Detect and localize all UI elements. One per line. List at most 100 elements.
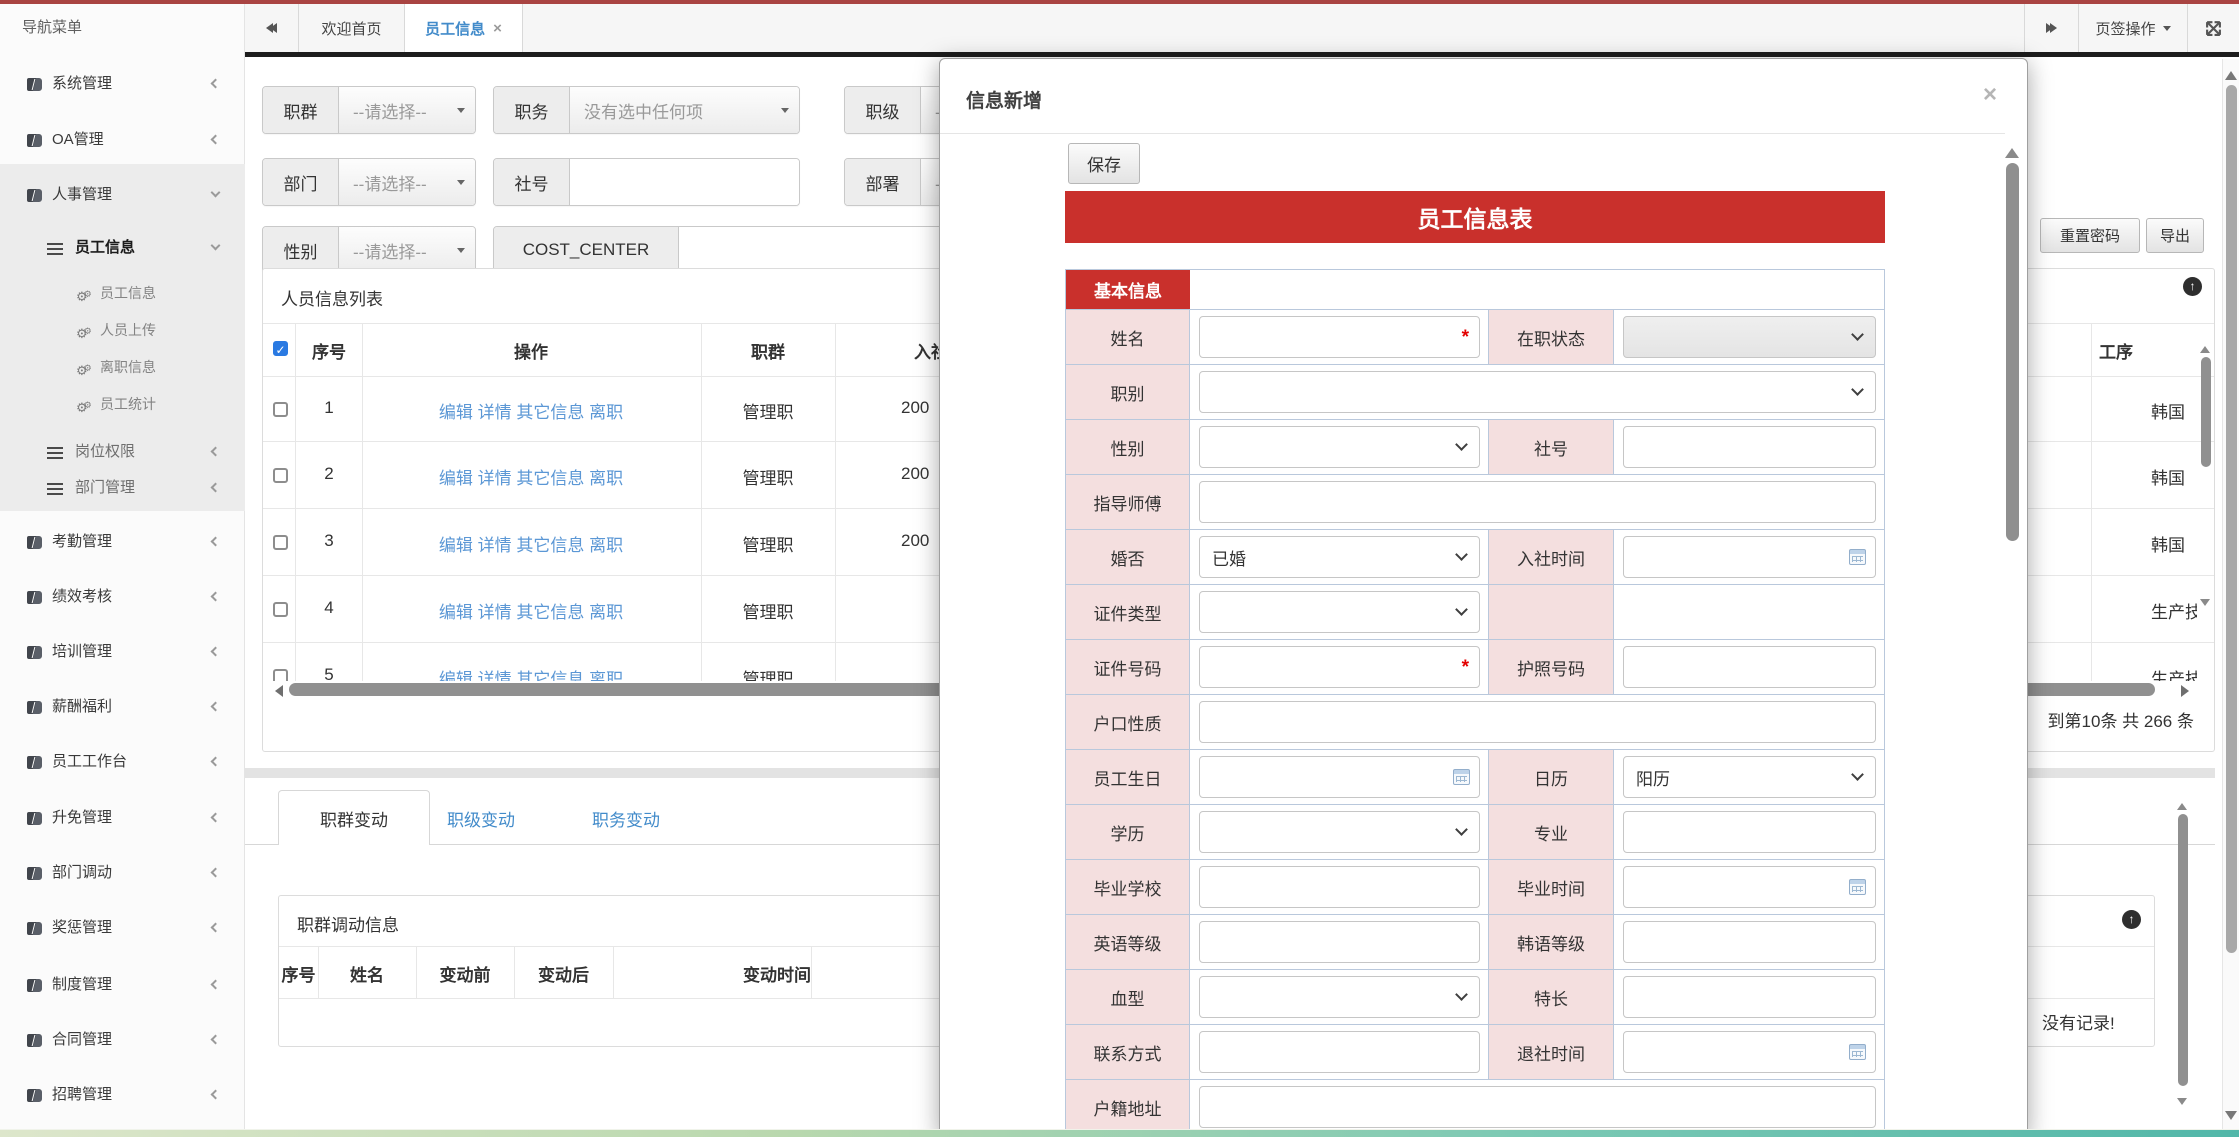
- contact-input[interactable]: [1199, 1031, 1480, 1073]
- id-type-select[interactable]: [1199, 591, 1480, 633]
- sidebar-item-attendance[interactable]: 考勤管理: [0, 530, 245, 554]
- name-input[interactable]: *: [1199, 316, 1480, 358]
- sidebar-item-training[interactable]: 培训管理: [0, 640, 245, 664]
- bottom-vscroll-up-arrow[interactable]: [2177, 798, 2187, 810]
- select-all-checkbox[interactable]: ✓: [273, 341, 288, 356]
- bumen-select[interactable]: --请选择--: [339, 159, 475, 205]
- xingbie-select[interactable]: --请选择--: [339, 227, 475, 273]
- row-checkbox[interactable]: [273, 669, 288, 681]
- edit-link[interactable]: 编辑: [439, 536, 473, 555]
- graduate-school-input[interactable]: [1199, 866, 1480, 908]
- tab-group-change[interactable]: 职群变动: [278, 790, 430, 845]
- bottom-vscroll-down-arrow[interactable]: [2177, 1098, 2187, 1110]
- tab-actions-dropdown[interactable]: 页签操作: [2079, 4, 2188, 52]
- fullscreen-toggle-button[interactable]: [2188, 4, 2239, 52]
- resign-link[interactable]: 离职: [589, 603, 623, 622]
- collapse-panel-icon[interactable]: ↑: [2122, 910, 2141, 929]
- join-date-input[interactable]: [1623, 536, 1876, 578]
- edit-link[interactable]: 编辑: [439, 603, 473, 622]
- page-scroll-down-arrow[interactable]: [2225, 1111, 2237, 1126]
- tab-welcome[interactable]: 欢迎首页: [299, 4, 405, 52]
- row-checkbox[interactable]: [273, 402, 288, 417]
- sidebar-item-employee-upload[interactable]: ⚙⚙人员上传: [0, 318, 245, 342]
- sidebar-item-regulations[interactable]: 制度管理: [0, 973, 245, 997]
- specialty-input[interactable]: [1623, 976, 1876, 1018]
- mentor-input[interactable]: [1199, 481, 1876, 523]
- sidebar-item-oa[interactable]: OA管理: [0, 128, 245, 152]
- job-class-select[interactable]: [1199, 371, 1876, 413]
- other-info-link[interactable]: 其它信息: [516, 670, 584, 681]
- page-scroll-up-arrow[interactable]: [2225, 65, 2237, 80]
- id-number-input[interactable]: *: [1199, 646, 1480, 688]
- other-info-link[interactable]: 其它信息: [516, 469, 584, 488]
- edit-link[interactable]: 编辑: [439, 670, 473, 681]
- company-id-input[interactable]: [1623, 426, 1876, 468]
- calendar-icon[interactable]: [1453, 769, 1470, 785]
- save-button[interactable]: 保存: [1068, 143, 1140, 184]
- edit-link[interactable]: 编辑: [439, 469, 473, 488]
- vscroll-thumb[interactable]: [2201, 357, 2211, 467]
- tab-level-change[interactable]: 职级变动: [447, 806, 515, 831]
- collapse-panel-icon[interactable]: ↑: [2183, 277, 2202, 296]
- detail-link[interactable]: 详情: [478, 536, 512, 555]
- page-scroll-thumb[interactable]: [2226, 85, 2237, 953]
- calendar-icon[interactable]: [1849, 549, 1866, 565]
- sidebar-item-workbench[interactable]: 员工工作台: [0, 750, 245, 774]
- education-select[interactable]: [1199, 811, 1480, 853]
- hscroll-right-arrow[interactable]: [2181, 685, 2195, 697]
- sidebar-item-promotion[interactable]: 升免管理: [0, 806, 245, 830]
- sidebar-item-hr[interactable]: 人事管理: [0, 183, 245, 207]
- sidebar-item-performance[interactable]: 绩效考核: [0, 585, 245, 609]
- gender-select[interactable]: [1199, 426, 1480, 468]
- resign-link[interactable]: 离职: [589, 403, 623, 422]
- tabs-scroll-right-button[interactable]: [2024, 4, 2079, 52]
- passport-number-input[interactable]: [1623, 646, 1876, 688]
- modal-scroll-thumb[interactable]: [2006, 163, 2019, 541]
- household-type-input[interactable]: [1199, 701, 1876, 743]
- blood-type-select[interactable]: [1199, 976, 1480, 1018]
- tab-position-change[interactable]: 职务变动: [592, 806, 660, 831]
- sidebar-item-resignation-info[interactable]: ⚙⚙离职信息: [0, 355, 245, 379]
- edit-link[interactable]: 编辑: [439, 403, 473, 422]
- major-input[interactable]: [1623, 811, 1876, 853]
- leave-date-input[interactable]: [1623, 1031, 1876, 1073]
- detail-link[interactable]: 详情: [478, 469, 512, 488]
- sidebar-item-employee-stats[interactable]: ⚙⚙员工统计: [0, 392, 245, 416]
- sidebar-item-recruitment[interactable]: 招聘管理: [0, 1083, 245, 1107]
- hscroll-left-arrow[interactable]: [269, 685, 283, 697]
- detail-link[interactable]: 详情: [478, 603, 512, 622]
- other-info-link[interactable]: 其它信息: [516, 536, 584, 555]
- tabs-scroll-left-button[interactable]: [245, 4, 299, 52]
- employment-status-select[interactable]: [1623, 316, 1876, 358]
- tab-close-icon[interactable]: ×: [493, 20, 502, 37]
- sidebar-item-post-permission[interactable]: 岗位权限: [0, 440, 245, 464]
- row-checkbox[interactable]: [273, 535, 288, 550]
- dialog-close-icon[interactable]: ×: [1983, 85, 1997, 105]
- zhiqun-select[interactable]: --请选择--: [339, 87, 475, 133]
- sidebar-item-employee-info-group[interactable]: 员工信息: [0, 236, 245, 260]
- modal-scroll-up-arrow[interactable]: [2005, 141, 2019, 158]
- sidebar-item-system[interactable]: 系统管理: [0, 72, 245, 96]
- registered-address-input[interactable]: [1199, 1086, 1876, 1128]
- other-info-link[interactable]: 其它信息: [516, 403, 584, 422]
- detail-link[interactable]: 详情: [478, 670, 512, 681]
- row-checkbox[interactable]: [273, 468, 288, 483]
- resign-link[interactable]: 离职: [589, 536, 623, 555]
- sidebar-item-reward-punish[interactable]: 奖惩管理: [0, 916, 245, 940]
- other-info-link[interactable]: 其它信息: [516, 603, 584, 622]
- zhiwu-select[interactable]: 没有选中任何项: [570, 87, 799, 133]
- calendar-icon[interactable]: [1849, 879, 1866, 895]
- graduation-date-input[interactable]: [1623, 866, 1876, 908]
- tab-employee-info[interactable]: 员工信息×: [405, 4, 523, 52]
- sidebar-item-contracts[interactable]: 合同管理: [0, 1028, 245, 1052]
- korean-level-input[interactable]: [1623, 921, 1876, 963]
- vscroll-down-arrow[interactable]: [2200, 599, 2210, 611]
- row-checkbox[interactable]: [273, 602, 288, 617]
- sidebar-item-dept-transfer[interactable]: 部门调动: [0, 861, 245, 885]
- reset-password-button[interactable]: 重置密码: [2040, 218, 2140, 253]
- calendar-icon[interactable]: [1849, 1044, 1866, 1060]
- calendar-type-select[interactable]: 阳历: [1623, 756, 1876, 798]
- resign-link[interactable]: 离职: [589, 469, 623, 488]
- sidebar-item-employee-info[interactable]: ⚙⚙员工信息: [0, 281, 245, 305]
- detail-link[interactable]: 详情: [478, 403, 512, 422]
